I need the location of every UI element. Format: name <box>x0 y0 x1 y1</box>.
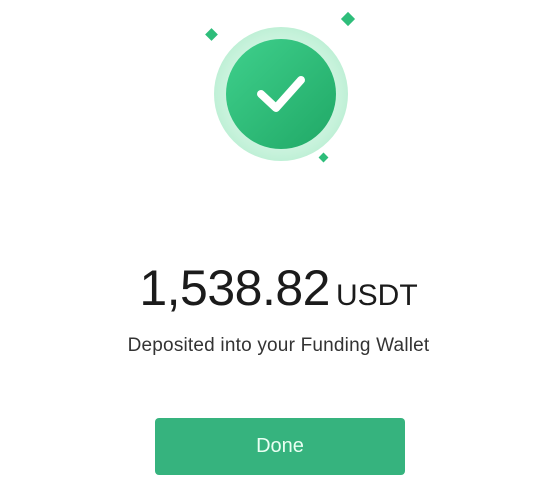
deposit-amount: 1,538.82 USDT <box>0 258 557 326</box>
amount-value: 1,538.82 <box>139 260 330 316</box>
success-checkmark-icon <box>205 11 356 163</box>
done-button[interactable]: Done <box>155 418 405 475</box>
sparkle-diamond <box>205 28 218 41</box>
deposit-message: Deposited into your Funding Wallet <box>127 335 430 356</box>
sparkle-diamond <box>318 152 329 163</box>
amount-currency: USDT <box>335 279 418 312</box>
success-illustration <box>0 0 557 200</box>
success-inner-circle <box>226 39 336 149</box>
sparkle-diamond <box>340 11 356 27</box>
